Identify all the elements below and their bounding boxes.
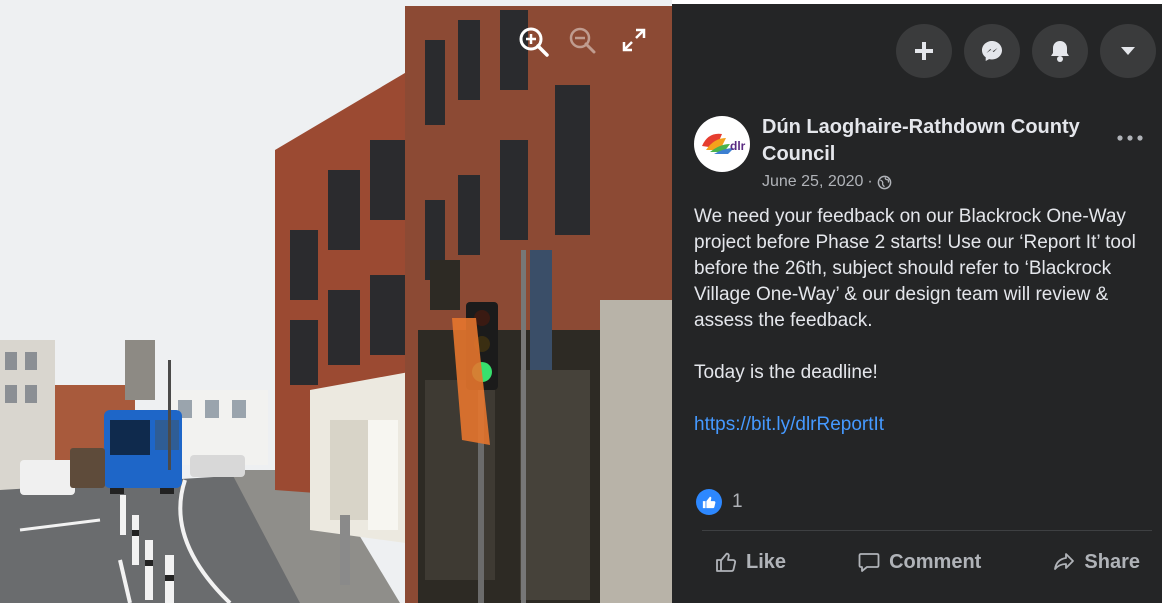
zoom-in-icon bbox=[519, 27, 549, 57]
comment-button[interactable]: Comment bbox=[845, 546, 993, 578]
post-meta: June 25, 2020 · bbox=[762, 173, 892, 191]
zoom-in-button[interactable] bbox=[518, 26, 554, 62]
photo-viewer: dlr Dún Laoghaire-Rathdown County Counci… bbox=[0, 0, 1166, 603]
globe-icon bbox=[877, 175, 892, 189]
account-menu-button[interactable] bbox=[1100, 24, 1156, 78]
notifications-button[interactable] bbox=[1032, 24, 1088, 78]
street-photo bbox=[0, 0, 672, 603]
dlr-logo-icon: dlr bbox=[702, 133, 746, 154]
plus-icon bbox=[915, 42, 933, 60]
comment-icon bbox=[858, 553, 880, 572]
like-label: Like bbox=[746, 550, 787, 573]
fullscreen-icon bbox=[622, 28, 646, 52]
post-body: We need your feedback on our Blackrock O… bbox=[694, 204, 1152, 438]
more-options-button[interactable] bbox=[1112, 126, 1148, 150]
date-separator: · bbox=[867, 173, 873, 190]
post-link[interactable]: https://bit.ly/dlrReportIt bbox=[694, 412, 884, 438]
avatar-text: dlr bbox=[730, 139, 746, 153]
ellipsis-icon bbox=[1117, 135, 1143, 141]
caret-down-icon bbox=[1121, 47, 1135, 55]
thumbs-up-icon bbox=[716, 552, 737, 572]
divider bbox=[702, 530, 1152, 531]
share-button[interactable]: Share bbox=[1040, 546, 1152, 578]
zoom-out-icon bbox=[569, 27, 596, 54]
reactions-summary[interactable]: 1 bbox=[696, 489, 743, 515]
messenger-button[interactable] bbox=[964, 24, 1020, 78]
fullscreen-button[interactable] bbox=[620, 26, 656, 62]
post-date[interactable]: June 25, 2020 bbox=[762, 173, 863, 191]
comment-label: Comment bbox=[889, 550, 982, 573]
photo[interactable] bbox=[0, 0, 672, 603]
zoom-out-button[interactable] bbox=[568, 26, 604, 62]
page-name[interactable]: Dún Laoghaire-Rathdown County Council bbox=[762, 114, 1092, 168]
like-reaction-icon bbox=[696, 489, 722, 515]
post-panel: dlr Dún Laoghaire-Rathdown County Counci… bbox=[672, 4, 1162, 603]
share-label: Share bbox=[1084, 550, 1140, 573]
share-icon bbox=[1054, 553, 1075, 570]
page-avatar[interactable]: dlr bbox=[694, 116, 750, 172]
post-actions: Like Comment Share bbox=[702, 542, 1152, 582]
bell-icon bbox=[1051, 41, 1069, 62]
post-text: We need your feedback on our Blackrock O… bbox=[694, 206, 1136, 331]
post-deadline-text: Today is the deadline! bbox=[694, 362, 878, 383]
create-button[interactable] bbox=[896, 24, 952, 78]
messenger-icon bbox=[982, 41, 1002, 61]
reaction-count: 1 bbox=[732, 491, 743, 512]
like-button[interactable]: Like bbox=[702, 546, 798, 578]
